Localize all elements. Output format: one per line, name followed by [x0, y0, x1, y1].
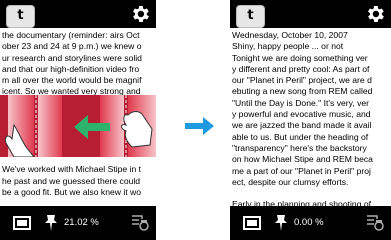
back-button[interactable]: t: [236, 5, 265, 28]
back-button[interactable]: t: [6, 5, 35, 28]
text-line: Tonight we are doing something ver: [232, 52, 368, 63]
text-line: m all over the world would be magnif: [2, 75, 142, 86]
text-line: ect, despite our clumsy efforts.: [232, 176, 349, 187]
transition-arrow-icon: [185, 117, 214, 135]
text-line: he past and we guessed there could: [2, 175, 141, 186]
top-toolbar: t: [0, 0, 156, 28]
screen-mode-icon[interactable]: [13, 216, 31, 230]
book-page[interactable]: Wednesday, October 10, 2007 Shiny, happy …: [230, 28, 391, 206]
progress-percent: 0.00 %: [294, 217, 324, 228]
pin-icon[interactable]: [44, 214, 58, 232]
right-reader-screen: t Wednesday, October 10, 2007 Shiny, happ…: [230, 0, 391, 240]
text-line: ebuting a new song from REM called: [232, 86, 373, 97]
bottom-toolbar: 0.00 %: [230, 206, 391, 240]
text-line: [232, 188, 391, 199]
text-to-speech-icon[interactable]: [130, 214, 150, 232]
text-line: and that our high-definition video fro: [2, 63, 140, 74]
text-line: ur research and storylines were solid: [2, 52, 142, 63]
text-line: our "Planet in Peril" project, we are d: [232, 75, 372, 86]
progress-percent: 21.02 %: [64, 217, 99, 228]
pin-icon[interactable]: [274, 214, 288, 232]
text-line: the documentary (reminder: airs Oct: [2, 30, 140, 40]
left-reader-screen: t the documentary (reminder: airs Oct obe…: [0, 0, 156, 240]
text-line: "transparency" here's the backstory: [232, 142, 367, 153]
text-line: We've worked with Michael Stipe in t: [2, 164, 142, 175]
text-line: y powerful and evocative music, and: [232, 109, 371, 120]
text-line: "Until the Day is Done." It's very, ver: [232, 97, 370, 108]
page-turn-swipe-illustration: [0, 95, 156, 157]
text-line: be a good fit. But we also knew it wo: [2, 186, 142, 197]
bottom-toolbar: 21.02 %: [0, 206, 156, 240]
screen-mode-icon[interactable]: [243, 216, 261, 230]
settings-gear-icon[interactable]: [129, 3, 151, 25]
text-line: ober 23 and 24 at 9 p.m.) we knew o: [2, 41, 142, 52]
text-line: Shiny, happy people ... or not: [232, 41, 344, 52]
text-line: me a part of our "Planet in Peril" proj: [232, 165, 371, 176]
text-line: able to us. But under the heading of: [232, 131, 369, 142]
top-toolbar: t: [230, 0, 391, 28]
text-line: we are jazzed the band made it avail: [232, 120, 372, 131]
text-line: Wednesday, October 10, 2007: [232, 30, 348, 40]
text-line: Early in the planning and shooting of: [232, 199, 372, 206]
settings-gear-icon[interactable]: [364, 3, 386, 25]
text-line: on how Michael Stipe and REM beca: [232, 154, 373, 165]
text-line: y different and pretty cool: As part of: [232, 63, 370, 74]
text-to-speech-icon[interactable]: [365, 214, 385, 232]
page-text: Wednesday, October 10, 2007 Shiny, happy …: [230, 28, 391, 206]
